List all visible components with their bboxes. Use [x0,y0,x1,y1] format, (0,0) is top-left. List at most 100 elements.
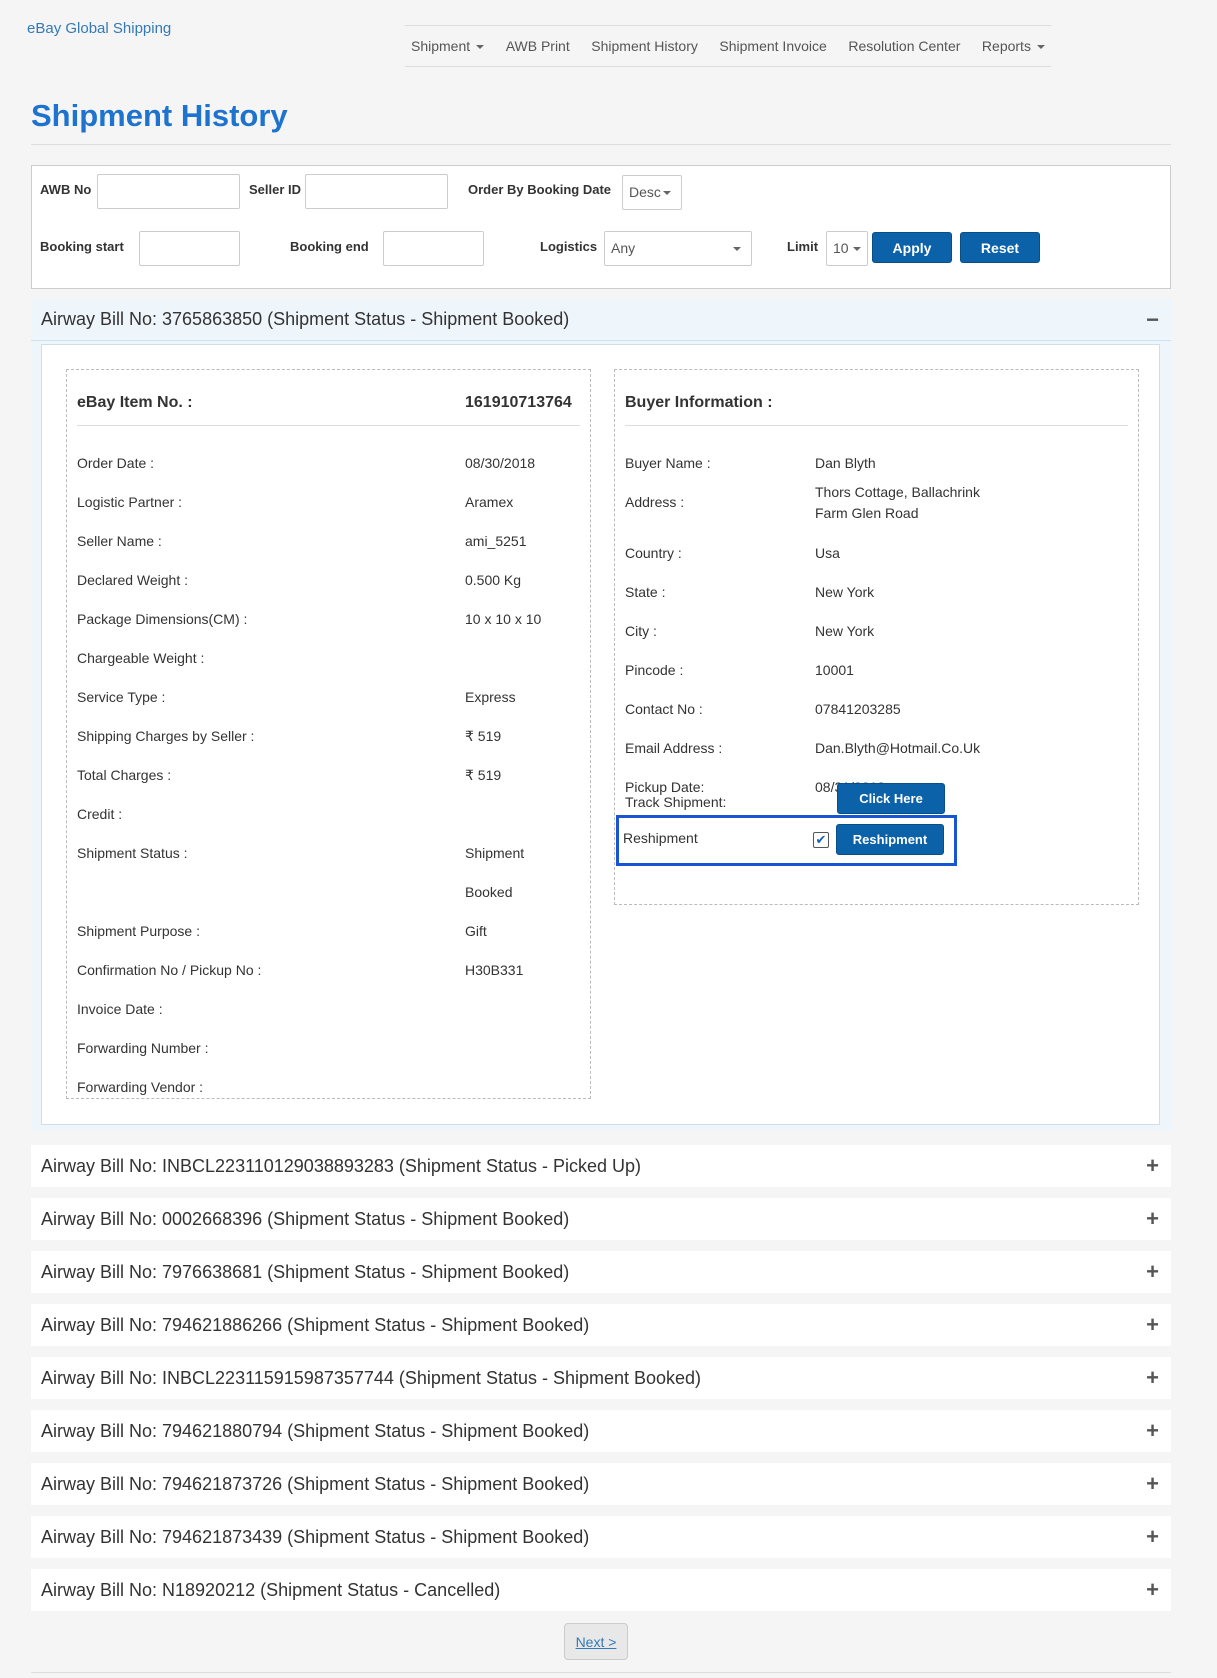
booking-end-input[interactable] [383,231,484,266]
buyer-field-value: Dan.Blyth@Hotmail.Co.Uk [815,740,981,756]
nav-shipment[interactable]: Shipment [411,38,485,54]
limit-select[interactable]: 10 [826,231,868,266]
track-shipment-button[interactable]: Click Here [837,783,945,814]
accordion-title: Airway Bill No: N18920212 (Shipment Stat… [41,1579,501,1600]
accordion-title: Airway Bill No: 794621873439 (Shipment S… [41,1526,590,1547]
item-field-label: Service Type : [77,689,166,705]
accordion-header[interactable]: Airway Bill No: 794621886266 (Shipment S… [31,1304,1171,1346]
booking-start-label: Booking start [40,239,124,254]
accordion-title: Airway Bill No: 794621886266 (Shipment S… [41,1314,590,1335]
nav-resolution-center[interactable]: Resolution Center [848,38,960,54]
expand-icon[interactable]: + [1146,1312,1159,1338]
nav-awb-print[interactable]: AWB Print [506,38,570,54]
accordion-header[interactable]: Airway Bill No: 794621873439 (Shipment S… [31,1516,1171,1558]
chevron-down-icon [476,45,485,50]
buyer-field-label: Address : [625,494,685,510]
divider [31,144,1171,145]
reshipment-button[interactable]: Reshipment [836,824,944,855]
accordion-header[interactable]: Airway Bill No: INBCL223110129038893283 … [31,1145,1171,1187]
buyer-field-label: Pickup Date: [625,779,705,795]
item-field-label: Shipment Status : [77,845,188,861]
item-field-label: Invoice Date : [77,1001,163,1017]
accordion-title: Airway Bill No: 794621873726 (Shipment S… [41,1473,590,1494]
order-by-label: Order By Booking Date [468,182,612,197]
buyer-field-value: 10001 [815,662,854,678]
buyer-field-label: Contact No : [625,701,703,717]
item-no-value: 161910713764 [465,394,572,411]
expand-icon[interactable]: + [1146,1153,1159,1179]
order-by-select[interactable]: Desc [622,175,682,210]
item-field-value: ₹ 519 [465,767,502,783]
buyer-field-label: Pincode : [625,662,684,678]
awb-input[interactable] [97,174,240,209]
nav-label: Reports [981,38,1031,54]
expand-icon[interactable]: + [1146,1365,1159,1391]
accordion-header[interactable]: Airway Bill No: 7976638681 (Shipment Sta… [31,1251,1171,1293]
accordion-title: Airway Bill No: 7976638681 (Shipment Sta… [41,1261,570,1282]
accordion-header-expanded[interactable]: Airway Bill No: 3765863850 (Shipment Sta… [31,299,1171,341]
booking-start-input[interactable] [139,231,240,266]
expand-icon[interactable]: + [1146,1418,1159,1444]
accordion-title: Airway Bill No: INBCL223110129038893283 … [41,1155,641,1176]
expand-icon[interactable]: + [1146,1471,1159,1497]
buyer-field-label: State : [625,584,666,600]
nav-shipment-invoice[interactable]: Shipment Invoice [719,38,826,54]
item-field-label: Confirmation No / Pickup No : [77,962,262,978]
item-field-value: H30B331 [465,962,524,978]
buyer-field-value: Thors Cottage, Ballachrink [815,484,980,500]
brand-link[interactable]: eBay Global Shipping [27,20,171,37]
apply-button[interactable]: Apply [872,232,952,263]
buyer-field-value: Dan Blyth [815,455,876,471]
seller-id-input[interactable] [305,174,448,209]
buyer-field-label: City : [625,623,657,639]
limit-label: Limit [787,239,819,254]
nav-label: Shipment [411,38,471,54]
accordion-header[interactable]: Airway Bill No: 794621873726 (Shipment S… [31,1463,1171,1505]
booking-end-label: Booking end [290,239,369,254]
item-field-value: ₹ 519 [465,728,502,744]
reshipment-checkbox[interactable]: ✔ [813,832,829,848]
divider [77,425,580,426]
filter-form: AWB No Seller ID Order By Booking Date D… [31,165,1171,289]
awb-label: AWB No [40,182,92,197]
logistics-value: Any [611,240,636,256]
accordion-header[interactable]: Airway Bill No: 794621880794 (Shipment S… [31,1410,1171,1452]
accordion-header[interactable]: Airway Bill No: INBCL223115915987357744 … [31,1357,1171,1399]
logistics-label: Logistics [540,239,598,254]
item-details-panel: eBay Item No. : 161910713764 Order Date … [66,369,591,1099]
expand-icon[interactable]: + [1146,1206,1159,1232]
nav-shipment-history[interactable]: Shipment History [591,38,698,54]
expand-icon[interactable]: + [1146,1524,1159,1550]
logistics-select[interactable]: Any [604,231,752,266]
accordion-title: Airway Bill No: 794621880794 (Shipment S… [41,1420,590,1441]
item-field-label: Declared Weight : [77,572,189,588]
chevron-down-icon [853,247,861,251]
next-page-link[interactable]: Next > [564,1623,628,1660]
expand-icon[interactable]: + [1146,1577,1159,1603]
item-field-value: 0.500 Kg [465,572,522,588]
item-field-value: Booked [465,884,513,900]
item-field-label: Seller Name : [77,533,162,549]
buyer-field-value: Usa [815,545,840,561]
item-field-label: Logistic Partner : [77,494,183,510]
track-shipment-label: Track Shipment: [625,794,727,810]
buyer-field-label: Country : [625,545,682,561]
accordion-header[interactable]: Airway Bill No: 0002668396 (Shipment Sta… [31,1198,1171,1240]
item-field-value: ami_5251 [465,533,527,549]
accordion-header[interactable]: Airway Bill No: N18920212 (Shipment Stat… [31,1569,1171,1611]
accordion-title: Airway Bill No: 3765863850 (Shipment Sta… [41,309,570,329]
divider [31,1672,1171,1673]
item-field-label: Shipment Purpose : [77,923,200,939]
collapse-icon[interactable]: − [1146,307,1159,333]
limit-value: 10 [833,240,849,256]
item-field-value: Express [465,689,516,705]
item-field-value: 10 x 10 x 10 [465,611,542,627]
expand-icon[interactable]: + [1146,1259,1159,1285]
nav-reports[interactable]: Reports [982,38,1045,54]
buyer-field-value: New York [815,584,875,600]
item-field-label: Package Dimensions(CM) : [77,611,248,627]
accordion-title: Airway Bill No: INBCL223115915987357744 … [41,1367,702,1388]
item-field-value: Gift [465,923,487,939]
buyer-field-label: Email Address : [625,740,723,756]
reset-button[interactable]: Reset [960,232,1040,263]
